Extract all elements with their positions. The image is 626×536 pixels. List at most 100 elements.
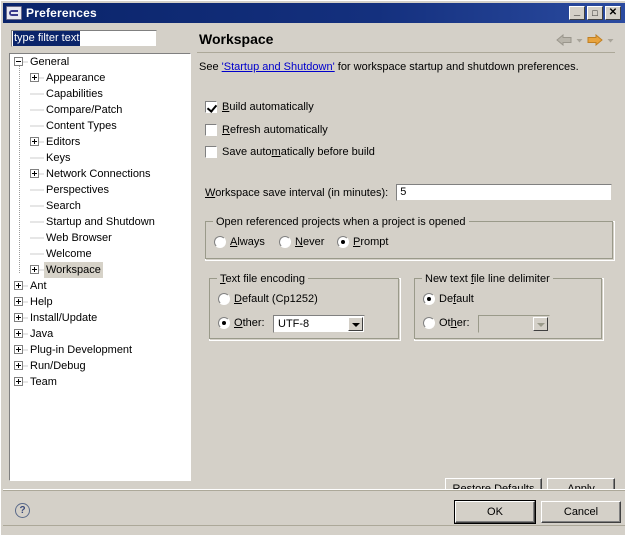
tree-item-label: Perspectives	[46, 184, 109, 196]
close-button[interactable]: ✕	[605, 6, 621, 20]
tree-item-general[interactable]: General	[10, 54, 190, 70]
tree-item-keys[interactable]: Keys	[10, 150, 190, 166]
open-referenced-always[interactable]: Always	[214, 236, 265, 248]
expand-icon[interactable]	[14, 297, 23, 307]
encoding-default-radio[interactable]	[218, 293, 230, 305]
never-radio[interactable]	[279, 236, 291, 248]
delimiter-combo[interactable]	[478, 315, 550, 333]
tree-item-ant[interactable]: Ant	[10, 278, 190, 294]
tree-item-appearance[interactable]: Appearance	[10, 70, 190, 86]
minimize-button[interactable]: _	[569, 6, 585, 20]
tree-item-label: Help	[30, 296, 53, 308]
save-before-build-checkbox[interactable]	[205, 146, 217, 158]
description-prefix: See	[199, 61, 222, 73]
prompt-label: Prompt	[353, 236, 389, 248]
tree-item-help[interactable]: Help	[10, 294, 190, 310]
tree-item-plug-in-development[interactable]: Plug-in Development	[10, 342, 190, 358]
tree-item-team[interactable]: Team	[10, 374, 190, 390]
tree-item-workspace[interactable]: Workspace	[10, 262, 190, 278]
save-before-build-row[interactable]: Save automatically before build	[205, 146, 375, 158]
tree-connector	[30, 201, 39, 211]
window-title: Preferences	[26, 6, 97, 20]
tree-item-content-types[interactable]: Content Types	[10, 118, 190, 134]
window-controls: _ □ ✕	[569, 6, 623, 20]
encoding-other-radio[interactable]	[218, 317, 230, 329]
encoding-combo[interactable]: UTF-8	[273, 315, 365, 333]
tree-item-perspectives[interactable]: Perspectives	[10, 182, 190, 198]
filter-input[interactable]: type filter text	[11, 30, 157, 47]
expand-icon[interactable]	[30, 73, 39, 83]
prompt-radio[interactable]	[337, 236, 349, 248]
tree-item-label: Keys	[46, 152, 71, 164]
expand-icon[interactable]	[14, 329, 23, 339]
tree-item-run-debug[interactable]: Run/Debug	[10, 358, 190, 374]
footer-divider	[3, 490, 625, 491]
close-icon: ✕	[608, 7, 618, 18]
expand-icon[interactable]	[14, 313, 23, 323]
filter-input-value: type filter text	[13, 31, 81, 46]
bottom-divider	[3, 525, 625, 526]
expand-icon[interactable]	[30, 169, 39, 179]
encoding-combo-arrow-icon[interactable]	[348, 317, 363, 331]
delimiter-other-radio[interactable]	[423, 317, 435, 329]
cancel-button[interactable]: Cancel	[541, 501, 621, 523]
build-automatically-row[interactable]: Build automatically	[205, 101, 314, 113]
tree-item-label: Startup and Shutdown	[46, 216, 155, 228]
tree-item-label: Appearance	[46, 72, 106, 84]
tree-rows: General Appearance Capabilities Compare/Pat…	[10, 54, 190, 390]
help-icon[interactable]: ?	[15, 503, 30, 518]
back-arrow-icon[interactable]	[556, 34, 572, 46]
open-referenced-prompt[interactable]: Prompt	[337, 236, 388, 248]
expand-icon[interactable]	[14, 361, 23, 371]
maximize-button[interactable]: □	[587, 6, 603, 20]
tree-item-install-update[interactable]: Install/Update	[10, 310, 190, 326]
tree-item-label: Search	[46, 200, 81, 212]
refresh-automatically-row[interactable]: Refresh automatically	[205, 124, 328, 136]
tree-connector	[30, 153, 39, 163]
expand-icon[interactable]	[30, 265, 39, 275]
collapse-icon[interactable]	[14, 57, 23, 67]
delimiter-other-row[interactable]: Other:	[423, 317, 470, 329]
tree-connector	[30, 121, 39, 131]
tree-item-web-browser[interactable]: Web Browser	[10, 230, 190, 246]
tree-item-editors[interactable]: Editors	[10, 134, 190, 150]
delimiter-default-row[interactable]: Default	[423, 293, 474, 305]
save-interval-input[interactable]: 5	[396, 184, 613, 201]
delimiter-default-radio[interactable]	[423, 293, 435, 305]
tree-connector	[30, 105, 39, 115]
ok-button[interactable]: OK	[454, 500, 536, 524]
tree-item-compare-patch[interactable]: Compare/Patch	[10, 102, 190, 118]
open-referenced-never[interactable]: Never	[279, 236, 324, 248]
encoding-combo-value: UTF-8	[278, 318, 310, 330]
expand-icon[interactable]	[14, 281, 23, 291]
preferences-tree[interactable]: General Appearance Capabilities Compare/Pat…	[9, 53, 191, 481]
tree-item-search[interactable]: Search	[10, 198, 190, 214]
build-automatically-checkbox[interactable]	[205, 101, 217, 113]
tree-item-label: Welcome	[46, 248, 92, 260]
tree-connector	[30, 249, 39, 259]
forward-dropdown-icon[interactable]	[606, 35, 615, 45]
always-radio[interactable]	[214, 236, 226, 248]
delimiter-combo-arrow-icon[interactable]	[533, 317, 548, 331]
encoding-default-row[interactable]: Default (Cp1252)	[218, 293, 318, 305]
back-dropdown-icon[interactable]	[575, 35, 584, 45]
refresh-automatically-checkbox[interactable]	[205, 124, 217, 136]
tree-item-network-connections[interactable]: Network Connections	[10, 166, 190, 182]
expand-icon[interactable]	[14, 345, 23, 355]
tree-item-startup-and-shutdown[interactable]: Startup and Shutdown	[10, 214, 190, 230]
tree-item-capabilities[interactable]: Capabilities	[10, 86, 190, 102]
tree-item-java[interactable]: Java	[10, 326, 190, 342]
expand-icon[interactable]	[14, 377, 23, 387]
tree-item-label: Ant	[30, 280, 47, 292]
text-file-encoding-title: Text file encoding	[217, 273, 308, 285]
description-suffix: for workspace startup and shutdown prefe…	[334, 61, 579, 73]
dialog-body: type filter text General Appearance Capabi…	[3, 23, 625, 499]
tree-item-label: Java	[30, 328, 54, 340]
expand-icon[interactable]	[30, 137, 39, 147]
eclipse-icon	[6, 6, 22, 20]
encoding-other-label: Other:	[234, 317, 265, 329]
startup-shutdown-link[interactable]: 'Startup and Shutdown'	[222, 61, 335, 73]
forward-arrow-icon[interactable]	[587, 34, 603, 46]
encoding-other-row[interactable]: Other:	[218, 317, 265, 329]
tree-item-welcome[interactable]: Welcome	[10, 246, 190, 262]
